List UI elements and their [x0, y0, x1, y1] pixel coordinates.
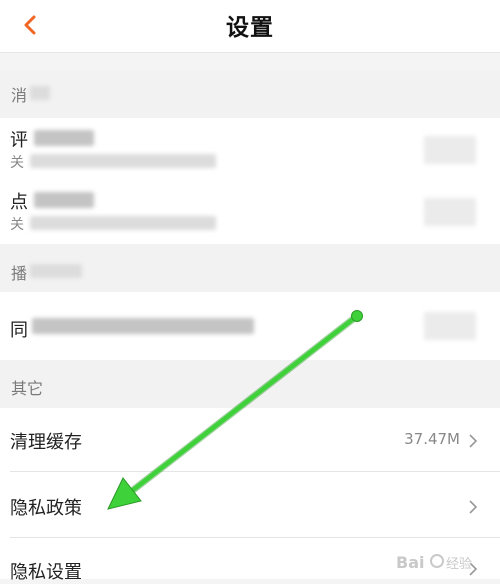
section-label: 消 — [11, 86, 28, 105]
setting-row-clear-cache[interactable]: 清理缓存 37.47M — [0, 408, 500, 472]
header-bar: 设置 — [0, 0, 500, 53]
chevron-right-icon — [469, 500, 478, 514]
blurred-text — [34, 192, 94, 208]
blurred-text — [30, 264, 82, 278]
row-subtitle: 关 — [10, 217, 24, 233]
setting-row-likes[interactable]: 点 关 — [0, 184, 500, 244]
section-header-other: 其它 — [0, 360, 500, 408]
svg-text:经验: 经验 — [446, 556, 472, 572]
blurred-toggle[interactable] — [424, 198, 476, 226]
row-title: 隐私政策 — [10, 498, 82, 519]
section-header-messages: 消 — [0, 70, 500, 118]
baidu-watermark-logo: Bai 经验 — [396, 553, 472, 572]
blurred-toggle[interactable] — [424, 136, 476, 164]
cache-size-value: 37.47M — [404, 430, 460, 448]
row-title: 点 — [10, 192, 28, 213]
setting-row-privacy-policy[interactable]: 隐私政策 — [0, 472, 500, 538]
blurred-toggle[interactable] — [424, 312, 476, 340]
row-title: 同 — [10, 320, 28, 341]
svg-text:Bai: Bai — [396, 553, 424, 572]
blurred-text — [34, 130, 94, 146]
section-label: 其它 — [11, 379, 44, 398]
setting-row-sync[interactable]: 同 — [0, 292, 500, 360]
row-title: 清理缓存 — [10, 432, 82, 453]
section-label: 播 — [11, 264, 28, 283]
blurred-text — [30, 154, 216, 168]
setting-row-comments[interactable]: 评 关 — [0, 118, 500, 184]
row-title: 评 — [10, 130, 28, 151]
blurred-text — [30, 86, 50, 100]
row-title: 隐私设置 — [10, 562, 82, 583]
blurred-text — [32, 318, 254, 334]
row-subtitle: 关 — [10, 155, 24, 171]
chevron-right-icon — [469, 434, 478, 448]
page-title: 设置 — [226, 15, 274, 41]
section-header-playback: 播 — [0, 244, 500, 292]
blurred-text — [30, 216, 216, 230]
